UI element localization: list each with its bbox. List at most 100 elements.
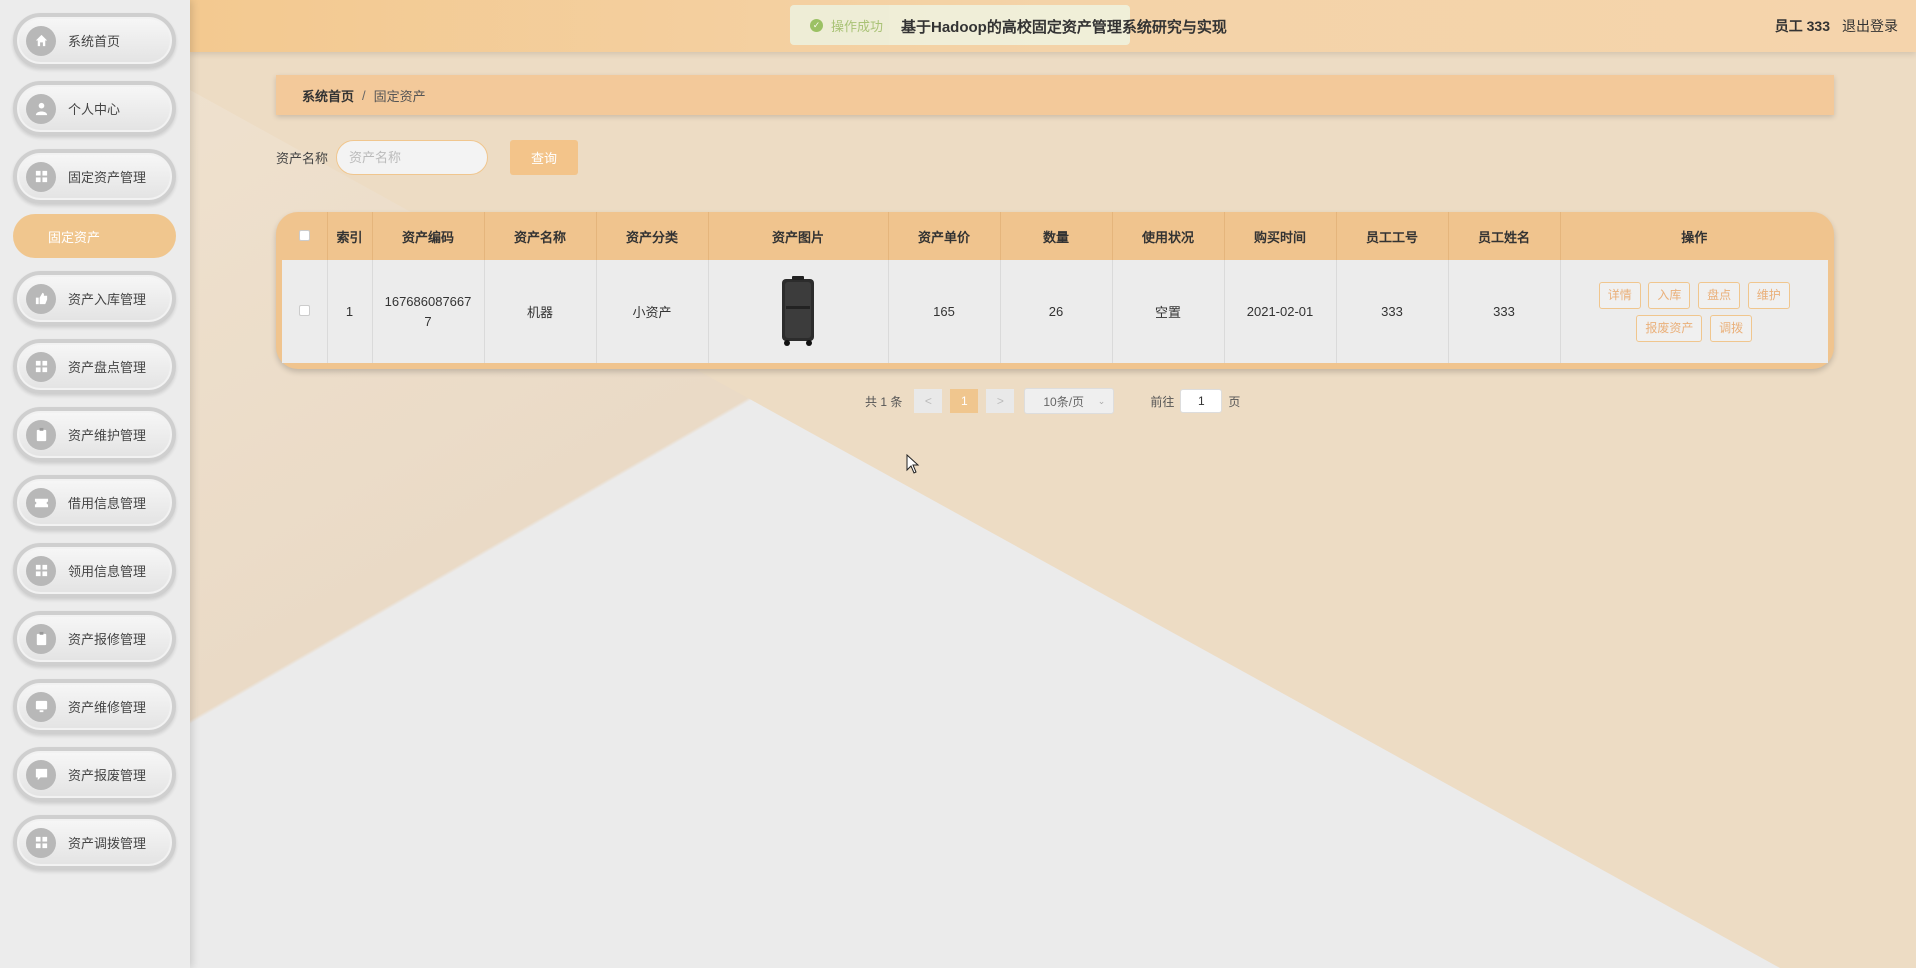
sidebar-item-label: 领用信息管理 <box>68 564 147 579</box>
sidebar-item-label: 资产维修管理 <box>68 700 147 715</box>
select-all-checkbox[interactable] <box>298 229 310 241</box>
cell-unit-price: 165 <box>888 260 1001 363</box>
logout-link[interactable]: 退出登录 <box>1842 16 1898 36</box>
sidebar-item-personal-center[interactable]: 个人中心 <box>13 81 176 136</box>
page-size-select[interactable]: 10条/页 ⌄ <box>1024 388 1115 414</box>
pagination-total: 共 1 条 <box>865 394 903 409</box>
breadcrumb-home[interactable]: 系统首页 <box>302 86 354 105</box>
sidebar-item-asset-inbound[interactable]: 资产入库管理 <box>13 271 176 326</box>
top-header: ✓ 操作成功 基于Hadoop的高校固定资产管理系统研究与实现 员工 333 退… <box>190 0 1916 52</box>
sidebar-subitem-fixed-assets[interactable]: 固定资产 <box>13 214 176 258</box>
scrap-asset-button[interactable]: 报废资产 <box>1636 314 1703 342</box>
table-row: 1 1676860876677 机器 小资产 165 26 空置 2021-02… <box>282 260 1828 363</box>
column-header: 使用状况 <box>1112 212 1225 260</box>
sidebar-item-label: 资产盘点管理 <box>68 360 147 375</box>
cell-index: 1 <box>327 260 373 363</box>
sidebar-item-borrow-info[interactable]: 借用信息管理 <box>13 475 176 530</box>
row-checkbox-cell <box>282 260 328 363</box>
asset-table: 索引 资产编码 资产名称 资产分类 资产图片 资产单价 数量 使用状况 购买时间… <box>276 212 1834 369</box>
check-circle-icon: ✓ <box>810 18 823 32</box>
cell-employee-no: 333 <box>1336 260 1449 363</box>
select-all-checkbox-cell <box>282 212 328 260</box>
sidebar-item-requisition-info[interactable]: 领用信息管理 <box>13 543 176 598</box>
cell-asset-image <box>708 260 889 363</box>
asset-name-search-input[interactable] <box>336 140 488 175</box>
column-header: 资产分类 <box>596 212 709 260</box>
sidebar-item-label: 系统首页 <box>68 34 121 49</box>
inbound-button[interactable]: 入库 <box>1648 281 1691 309</box>
thumb-icon <box>26 283 56 314</box>
home-icon <box>26 25 56 56</box>
table-header-row: 索引 资产编码 资产名称 资产分类 资产图片 资产单价 数量 使用状况 购买时间… <box>282 212 1828 260</box>
mouse-cursor-icon <box>906 454 920 474</box>
sidebar-item-label: 资产调拨管理 <box>68 836 147 851</box>
chat-icon <box>26 759 56 790</box>
page-size-value: 10条/页 <box>1043 394 1085 409</box>
column-header: 数量 <box>1000 212 1113 260</box>
transfer-button[interactable]: 调拨 <box>1710 314 1753 342</box>
sidebar-item-home[interactable]: 系统首页 <box>13 13 176 68</box>
sidebar-item-asset-inventory[interactable]: 资产盘点管理 <box>13 339 176 394</box>
column-header: 资产图片 <box>708 212 889 260</box>
page-number-button[interactable]: 1 <box>950 389 979 413</box>
sidebar-item-label: 资产维护管理 <box>68 428 147 443</box>
monitor-icon <box>26 691 56 722</box>
grid-icon <box>26 827 56 858</box>
clipboard-icon <box>26 419 56 450</box>
sidebar-item-asset-repair[interactable]: 资产维修管理 <box>13 679 176 734</box>
goto-label: 前往 <box>1150 394 1175 409</box>
query-button[interactable]: 查询 <box>510 140 578 175</box>
cell-asset-name: 机器 <box>484 260 597 363</box>
sidebar-item-label: 借用信息管理 <box>68 496 147 511</box>
pagination: 共 1 条 < 1 > 10条/页 ⌄ 前往 1 页 <box>865 388 1240 414</box>
chevron-down-icon: ⌄ <box>1097 395 1106 406</box>
sidebar-item-label: 资产报废管理 <box>68 768 147 783</box>
maintain-button[interactable]: 维护 <box>1747 281 1790 309</box>
breadcrumb-separator: / <box>362 87 366 103</box>
sidebar-item-label: 固定资产管理 <box>68 170 147 185</box>
cell-quantity: 26 <box>1000 260 1113 363</box>
clipboard-icon <box>26 623 56 654</box>
column-header: 购买时间 <box>1224 212 1337 260</box>
next-page-button[interactable]: > <box>986 389 1015 413</box>
column-header: 资产名称 <box>484 212 597 260</box>
ticket-icon <box>26 487 56 518</box>
column-header: 员工工号 <box>1336 212 1449 260</box>
row-checkbox[interactable] <box>298 305 310 316</box>
app-title: 基于Hadoop的高校固定资产管理系统研究与实现 <box>901 19 1227 36</box>
column-header: 员工姓名 <box>1448 212 1561 260</box>
grid-icon <box>26 351 56 382</box>
cell-asset-category: 小资产 <box>596 260 709 363</box>
sidebar-item-label: 个人中心 <box>68 102 121 117</box>
detail-button[interactable]: 详情 <box>1598 281 1641 309</box>
user-icon <box>26 93 56 124</box>
asset-code-text: 1676860876677 <box>384 293 472 329</box>
sidebar-item-repair-request[interactable]: 资产报修管理 <box>13 611 176 666</box>
sidebar-item-asset-maintenance[interactable]: 资产维护管理 <box>13 407 176 462</box>
column-header: 操作 <box>1681 229 1708 245</box>
breadcrumb-current: 固定资产 <box>373 88 426 104</box>
cell-purchase-date: 2021-02-01 <box>1224 260 1337 363</box>
current-user: 员工 333 <box>1774 18 1830 34</box>
sidebar-item-label: 资产入库管理 <box>68 292 147 307</box>
sidebar-item-asset-transfer[interactable]: 资产调拨管理 <box>13 815 176 870</box>
cell-asset-code: 1676860876677 <box>372 260 485 363</box>
grid-icon <box>26 555 56 586</box>
sidebar-item-asset-scrap[interactable]: 资产报废管理 <box>13 747 176 802</box>
prev-page-button[interactable]: < <box>914 389 943 413</box>
breadcrumb: 系统首页 / 固定资产 <box>276 75 1834 115</box>
column-header: 资产编码 <box>372 212 485 260</box>
cell-employee-name: 333 <box>1448 260 1561 363</box>
inventory-button[interactable]: 盘点 <box>1698 281 1741 309</box>
cell-actions: 详情 入库 盘点 维护 报废资产 调拨 <box>1560 260 1828 363</box>
sidebar-item-fixed-assets[interactable]: 固定资产管理 <box>13 149 176 204</box>
goto-unit: 页 <box>1228 394 1241 409</box>
column-header: 索引 <box>327 212 373 260</box>
toast-message: 操作成功 <box>831 18 884 34</box>
sidebar: 系统首页 个人中心 固定资产管理 固定资产 资产入库管理 资产盘点管理 资产维护… <box>0 0 190 968</box>
goto-page-input[interactable]: 1 <box>1180 389 1223 413</box>
asset-image[interactable] <box>777 275 819 348</box>
search-label: 资产名称 <box>276 151 329 166</box>
sidebar-item-label: 资产报修管理 <box>68 632 147 647</box>
cell-usage-status: 空置 <box>1112 260 1225 363</box>
